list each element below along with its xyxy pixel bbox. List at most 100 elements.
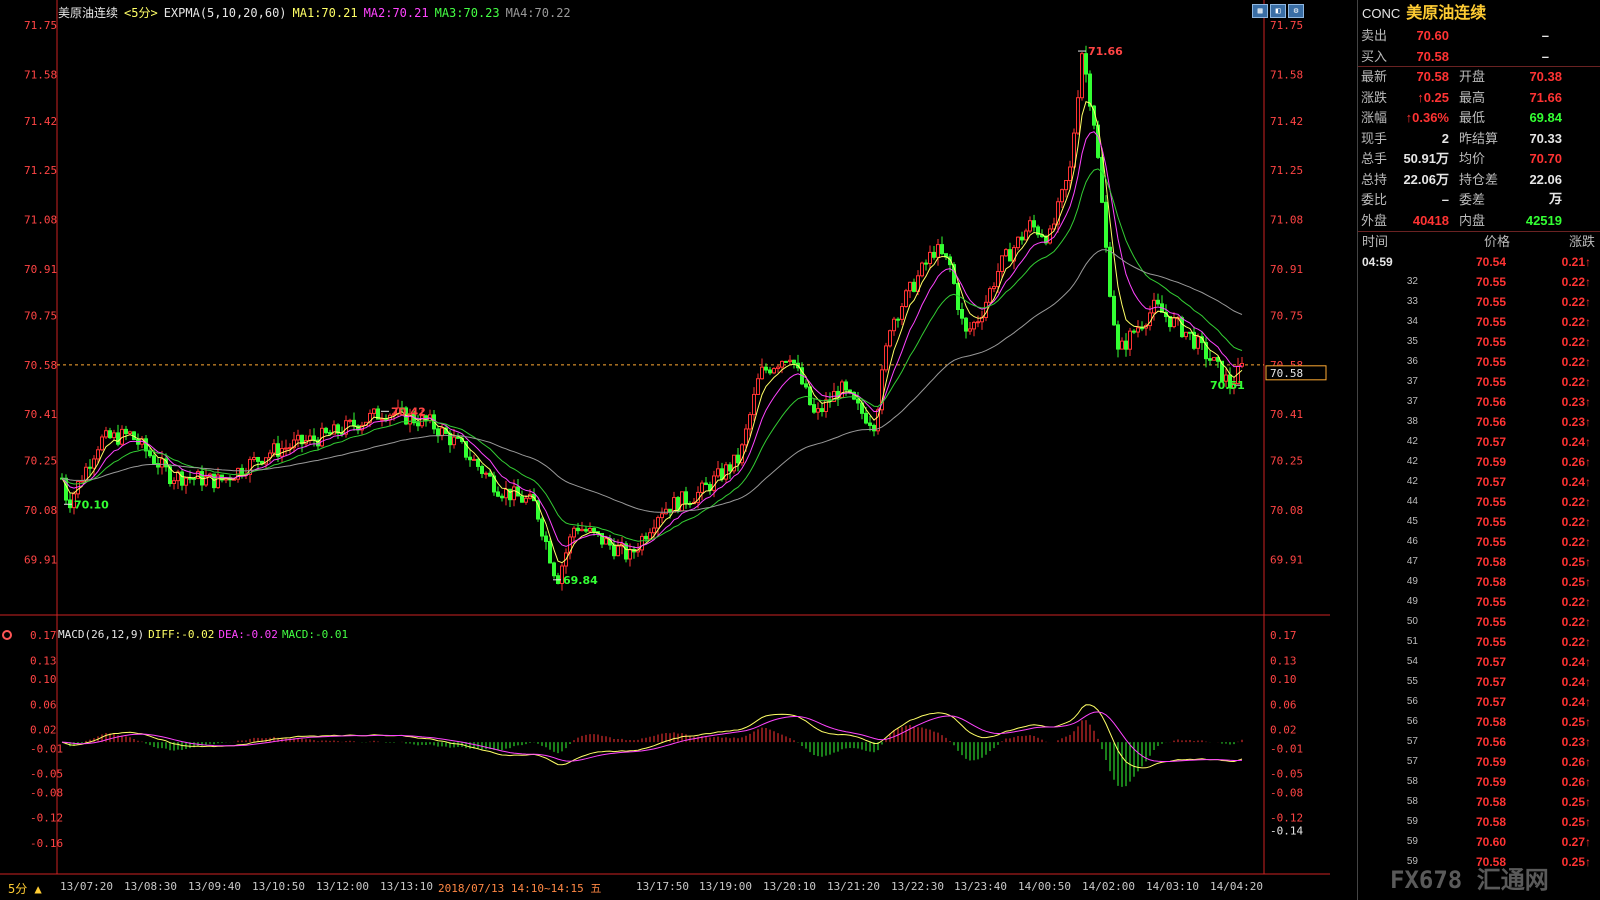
tick-price: 70.56 [1475,735,1506,749]
candle-body [752,393,756,416]
tick-time: 49 [1406,576,1418,587]
tick-time: 50 [1406,616,1418,627]
tick-time: 34 [1406,316,1418,327]
candle-body [500,495,504,499]
candle-body [804,383,808,388]
tick-row: 56 70.58 0.25↑ [1358,712,1600,732]
tick-time: 56 [1406,696,1418,707]
candle-body [840,381,844,398]
tick-change: 0.22↑ [1561,515,1591,529]
tick-change: 0.26↑ [1561,455,1591,469]
candle-body [128,431,132,435]
candle-body [812,404,816,413]
quote-label: 外盘 [1361,212,1388,228]
watermark: FX678 汇通网 [1390,866,1549,894]
candle-body [584,528,588,532]
tick-change: 0.22↑ [1561,355,1591,369]
tick-row: 54 70.57 0.24↑ [1358,652,1600,672]
tick-price: 70.56 [1475,395,1506,409]
tick-row: 49 70.58 0.25↑ [1358,572,1600,592]
kline-chart[interactable]: 71.75 71.75 71.58 71.58 71.42 71.42 71.25 71.25… [0,0,1330,900]
quote-value: 40418 [1412,212,1449,228]
x-axis-label: 13/22:30 [891,880,944,893]
macd-diff: DIFF:-0.02 [148,628,215,641]
price-tick-right: 70.08 [1270,504,1303,517]
candle-body [488,472,492,477]
price-tick-right: 71.75 [1270,19,1303,32]
x-axis-label: 2018/07/13 14:10~14:15 五 [438,882,602,895]
macd-tick-left: 0.10 [30,673,57,686]
x-axis-label: 13/07:20 [60,880,113,893]
tick-time: 35 [1406,336,1418,347]
candle-body [1120,340,1124,350]
macd-value: MACD:-0.01 [281,628,349,641]
quote-value: 70.38 [1529,69,1562,84]
dea-line [61,711,1243,762]
candle-body [932,251,936,258]
tick-price: 70.55 [1475,635,1506,649]
quote-value: 70.58 [1416,69,1449,84]
tick-row: 33 70.55 0.22↑ [1358,292,1600,312]
candle-body [384,418,388,421]
candle-body [520,495,524,503]
quote-value: ↑0.25 [1417,89,1449,105]
candle-body [1064,180,1068,191]
zoom-icon[interactable]: ◧ [1270,4,1286,18]
sell-label: 卖出 [1361,28,1388,43]
tick-row: 57 70.56 0.23↑ [1358,732,1600,752]
candle-body [1128,330,1132,350]
candle-body [892,318,896,332]
tick-list[interactable]: 04:59 70.54 0.21↑ 32 70.55 0.22↑ 33 70.55 0.22↑ 3… [1358,252,1600,872]
grid-icon[interactable]: ▦ [1252,4,1268,18]
candle-body [540,518,544,537]
chart-area[interactable]: 71.75 71.75 71.58 71.58 71.42 71.42 71.25 71.25… [0,0,1330,900]
candle-body [100,436,104,451]
candle-body [820,408,824,413]
candle-body [700,482,704,493]
candle-body [152,455,156,465]
candle-body [1152,299,1156,314]
tick-change: 0.25↑ [1561,715,1591,729]
left-low-label: 70.10 [74,498,109,511]
quote-label: 昨结算 [1459,130,1499,146]
price-tick-left: 71.08 [24,214,57,227]
ma3-value: MA3:70.23 [434,6,500,20]
quote-label: 总持 [1361,171,1388,187]
tick-change: 0.23↑ [1561,395,1591,409]
tick-price: 70.55 [1475,595,1506,609]
candle-body [1172,317,1176,328]
tick-time: 42 [1406,436,1418,447]
candle-body [272,443,276,454]
x-axis-label: 13/13:10 [380,880,433,893]
chart-toolbar: ▦ ◧ ⚙ [1252,4,1304,18]
config-icon[interactable]: ⚙ [1288,4,1304,18]
ma1-line [61,101,1243,564]
tick-price: 70.55 [1475,375,1506,389]
tick-header-price: 价格 [1483,234,1510,249]
tick-header-change: 涨跌 [1568,234,1595,249]
tick-row: 46 70.55 0.22↑ [1358,532,1600,552]
tick-time: 54 [1406,656,1418,667]
candle-body [656,517,660,529]
tick-row: 44 70.55 0.22↑ [1358,492,1600,512]
period-button[interactable]: 5分 ▲ [8,880,42,897]
candle-body [1180,317,1184,338]
candle-body [720,468,724,480]
candle-body [480,465,484,474]
tick-time: 56 [1406,716,1418,727]
candle-body [1124,340,1128,350]
candle-body [792,359,796,364]
tick-price: 70.59 [1475,455,1506,469]
candle-body [1032,220,1036,228]
tick-time: 47 [1406,556,1418,567]
quote-row: 最新 70.58 开盘 70.38 [1358,67,1600,88]
candle-body [448,432,452,446]
candle-body [1000,255,1004,273]
macd-name[interactable]: MACD(26,12,9) [58,628,144,641]
tick-price: 70.55 [1475,275,1506,289]
quote-row: 外盘 40418 内盘 42519 [1358,211,1600,232]
candle-body [1028,220,1032,232]
candle-body [592,527,596,533]
expma-label[interactable]: EXPMA(5,10,20,60) [164,6,287,20]
quote-value: 2 [1441,130,1449,146]
